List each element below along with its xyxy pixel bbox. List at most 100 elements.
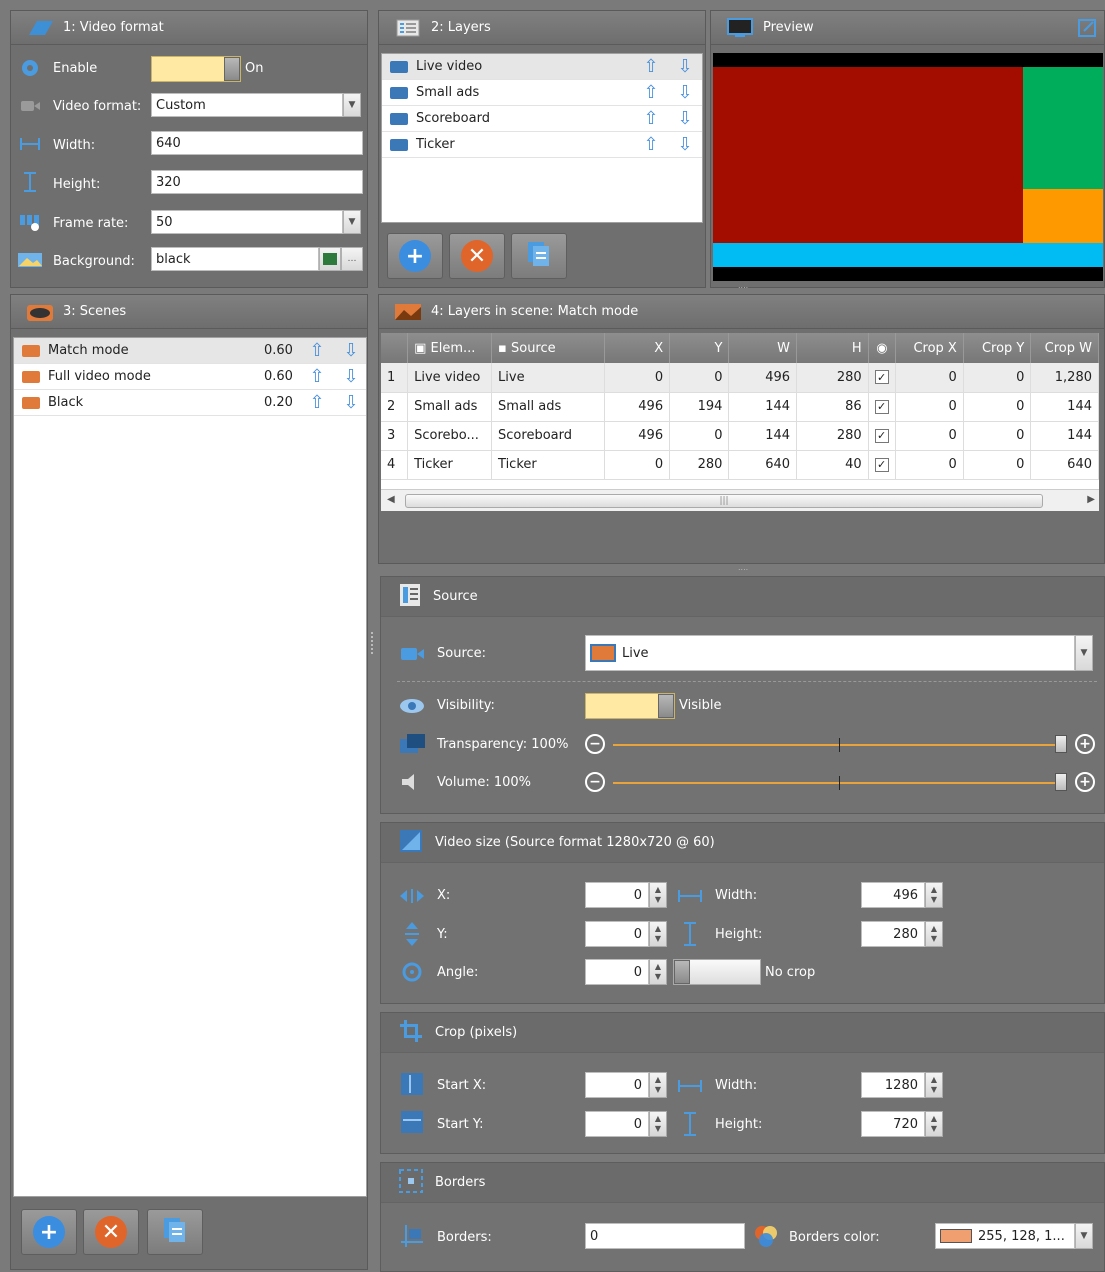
toggle-knob[interactable] xyxy=(658,694,674,718)
height-input[interactable]: 320 xyxy=(151,170,363,194)
height-input[interactable]: 280 xyxy=(861,921,925,947)
frame-rate-select[interactable]: 50 xyxy=(151,210,343,234)
column-header-h[interactable]: H xyxy=(796,333,869,363)
move-up-icon[interactable]: ⇧ xyxy=(640,81,662,105)
delete-scene-button[interactable]: ✕ xyxy=(83,1209,139,1255)
scroll-left-icon[interactable]: ◀ xyxy=(387,494,395,505)
move-up-icon[interactable]: ⇧ xyxy=(306,391,328,415)
source-dropdown-button[interactable]: ▼ xyxy=(1075,635,1093,671)
source-select[interactable]: Live xyxy=(585,635,1075,671)
angle-spinner[interactable]: ▲ ▼ xyxy=(649,959,667,985)
crop-width-input[interactable]: 1280 xyxy=(861,1072,925,1098)
horizontal-scrollbar[interactable]: ◀ ||| ▶ xyxy=(381,489,1099,511)
background-more-button[interactable]: … xyxy=(341,247,363,271)
column-header-visible[interactable]: ◉ xyxy=(868,333,897,363)
volume-minus-button[interactable]: − xyxy=(585,772,605,792)
crop-width-spinner[interactable]: ▲ ▼ xyxy=(925,1072,943,1098)
move-down-icon[interactable]: ⇩ xyxy=(340,391,362,415)
add-scene-button[interactable]: + xyxy=(21,1209,77,1255)
move-down-icon[interactable]: ⇩ xyxy=(674,81,696,105)
transparency-slider-knob[interactable] xyxy=(1055,735,1067,753)
duplicate-layer-button[interactable] xyxy=(511,233,567,279)
visible-checkbox[interactable]: ✓ xyxy=(868,363,897,393)
visible-checkbox[interactable]: ✓ xyxy=(868,392,897,422)
scroll-right-icon[interactable]: ▶ xyxy=(1087,494,1095,505)
move-up-icon[interactable]: ⇧ xyxy=(306,339,328,363)
width-spinner[interactable]: ▲ ▼ xyxy=(925,882,943,908)
video-format-dropdown-button[interactable]: ▼ xyxy=(343,93,361,117)
x-input[interactable]: 0 xyxy=(585,882,649,908)
splitter-grip[interactable]: .... xyxy=(738,282,758,290)
column-header-y[interactable]: Y xyxy=(669,333,730,363)
column-header-crop-x[interactable]: Crop X xyxy=(895,333,964,363)
borders-input[interactable]: 0 xyxy=(585,1223,745,1249)
column-header-crop-y[interactable]: Crop Y xyxy=(963,333,1032,363)
y-spinner[interactable]: ▲ ▼ xyxy=(649,921,667,947)
crop-height-spinner[interactable]: ▲ ▼ xyxy=(925,1111,943,1137)
popout-icon[interactable] xyxy=(1078,19,1096,41)
table-row[interactable]: 2 Small ads Small ads 496 194 144 86 ✓ 0 0 144 xyxy=(381,392,1099,422)
table-row[interactable]: 3 Scorebo... Scoreboard 496 0 144 280 ✓ 0 0 144 xyxy=(381,421,1099,451)
start-y-spinner[interactable]: ▲ ▼ xyxy=(649,1111,667,1137)
move-down-icon[interactable]: ⇩ xyxy=(340,365,362,389)
visible-checkbox[interactable]: ✓ xyxy=(868,450,897,480)
move-down-icon[interactable]: ⇩ xyxy=(674,55,696,79)
splitter-grip-vertical[interactable] xyxy=(371,632,375,654)
move-down-icon[interactable]: ⇩ xyxy=(340,339,362,363)
start-y-label: Start Y: xyxy=(437,1117,484,1132)
move-down-icon[interactable]: ⇩ xyxy=(674,133,696,157)
column-header-crop-w[interactable]: Crop W xyxy=(1030,333,1099,363)
borders-color-select[interactable]: 255, 128, 1... xyxy=(935,1223,1075,1249)
scrollbar-thumb[interactable]: ||| xyxy=(405,494,1043,508)
list-item[interactable]: Match mode 0.60 ⇧ ⇩ xyxy=(14,338,366,364)
column-header-source[interactable]: ▪ Source xyxy=(491,333,605,363)
list-item[interactable]: Full video mode 0.60 ⇧ ⇩ xyxy=(14,364,366,390)
start-x-input[interactable]: 0 xyxy=(585,1072,649,1098)
volume-slider-knob[interactable] xyxy=(1055,773,1067,791)
transparency-plus-button[interactable]: + xyxy=(1075,734,1095,754)
background-picker-button[interactable] xyxy=(319,247,341,271)
width-input[interactable]: 496 xyxy=(861,882,925,908)
start-x-spinner[interactable]: ▲ ▼ xyxy=(649,1072,667,1098)
move-up-icon[interactable]: ⇧ xyxy=(306,365,328,389)
width-input[interactable]: 640 xyxy=(151,131,363,155)
delete-layer-button[interactable]: ✕ xyxy=(449,233,505,279)
column-header-x[interactable]: X xyxy=(604,333,671,363)
x-spinner[interactable]: ▲ ▼ xyxy=(649,882,667,908)
list-item[interactable]: Black 0.20 ⇧ ⇩ xyxy=(14,390,366,416)
list-item[interactable]: Small ads ⇧ ⇩ xyxy=(382,80,702,106)
borders-color-dropdown-button[interactable]: ▼ xyxy=(1075,1223,1093,1249)
start-y-input[interactable]: 0 xyxy=(585,1111,649,1137)
move-up-icon[interactable]: ⇧ xyxy=(640,55,662,79)
toggle-knob[interactable] xyxy=(224,57,240,81)
table-row[interactable]: 4 Ticker Ticker 0 280 640 40 ✓ 0 0 640 xyxy=(381,450,1099,480)
add-layer-button[interactable]: + xyxy=(387,233,443,279)
visibility-toggle[interactable] xyxy=(585,693,675,719)
background-input[interactable]: black xyxy=(151,247,319,271)
list-item[interactable]: Ticker ⇧ ⇩ xyxy=(382,132,702,158)
enable-toggle[interactable] xyxy=(151,56,241,82)
angle-input[interactable]: 0 xyxy=(585,959,649,985)
splitter-grip[interactable]: .... xyxy=(738,564,758,572)
column-header-w[interactable]: W xyxy=(728,333,798,363)
transparency-minus-button[interactable]: − xyxy=(585,734,605,754)
duplicate-scene-button[interactable] xyxy=(147,1209,203,1255)
move-down-icon[interactable]: ⇩ xyxy=(674,107,696,131)
crop-height-input[interactable]: 720 xyxy=(861,1111,925,1137)
video-format-select[interactable]: Custom xyxy=(151,93,343,117)
list-item[interactable]: Scoreboard ⇧ ⇩ xyxy=(382,106,702,132)
crop-toggle[interactable] xyxy=(673,959,761,985)
height-spinner[interactable]: ▲ ▼ xyxy=(925,921,943,947)
y-input[interactable]: 0 xyxy=(585,921,649,947)
transparency-slider[interactable] xyxy=(613,744,1057,746)
volume-slider[interactable] xyxy=(613,782,1057,784)
visible-checkbox[interactable]: ✓ xyxy=(868,421,897,451)
volume-plus-button[interactable]: + xyxy=(1075,772,1095,792)
frame-rate-dropdown-button[interactable]: ▼ xyxy=(343,210,361,234)
move-up-icon[interactable]: ⇧ xyxy=(640,133,662,157)
list-item[interactable]: Live video ⇧ ⇩ xyxy=(382,54,702,80)
table-row[interactable]: 1 Live video Live 0 0 496 280 ✓ 0 0 1,280 xyxy=(381,363,1099,393)
column-header-element[interactable]: ▣ Elem... xyxy=(407,333,493,363)
move-up-icon[interactable]: ⇧ xyxy=(640,107,662,131)
toggle-knob[interactable] xyxy=(674,960,690,984)
